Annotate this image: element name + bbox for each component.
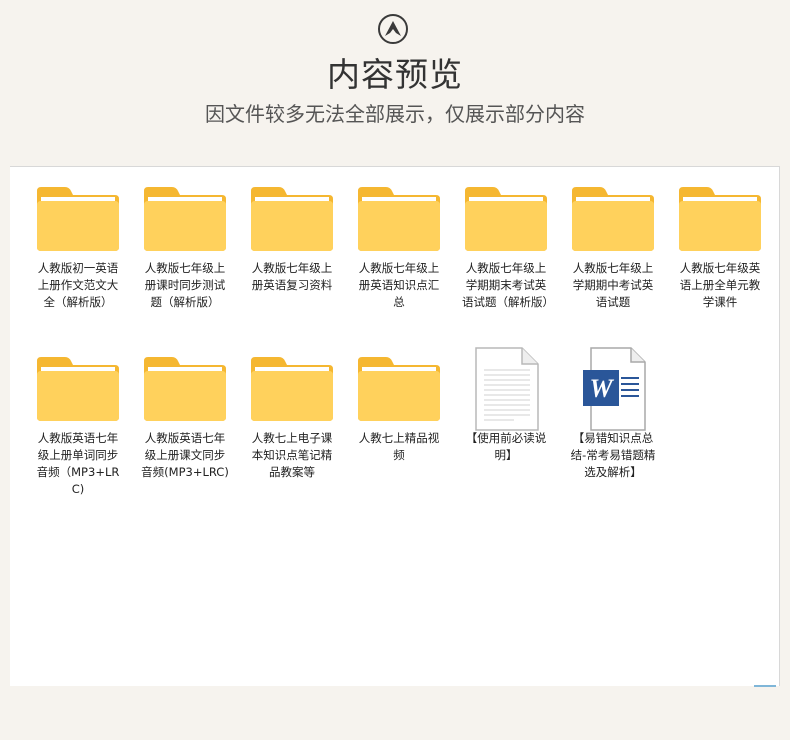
folder-icon: [251, 357, 333, 421]
folder-icon: [37, 357, 119, 421]
folder-item[interactable]: 人教版七年级上学期期末考试英语试题（解析版）: [458, 176, 554, 311]
folder-icon: [679, 187, 761, 251]
folder-item[interactable]: 人教版初一英语上册作文范文大全（解析版）: [30, 176, 126, 311]
item-label: 人教七上电子课本知识点笔记精品教案等: [251, 431, 333, 479]
item-label: 人教版七年级上册课时同步测试题（解析版）: [144, 261, 226, 309]
folder-item[interactable]: 人教版七年级上学期期中考试英语试题: [565, 176, 661, 311]
folder-item[interactable]: 人教七上精品视频: [351, 346, 447, 464]
folder-icon: [251, 187, 333, 251]
item-label: 人教版七年级上学期期中考试英语试题: [572, 261, 654, 309]
item-label: 人教版初一英语上册作文范文大全（解析版）: [37, 261, 119, 309]
folder-item[interactable]: 人教版七年级上册课时同步测试题（解析版）: [137, 176, 233, 311]
preview-header: 内容预览 因文件较多无法全部展示，仅展示部分内容: [0, 0, 790, 160]
folder-item[interactable]: 人教版七年级上册英语知识点汇总: [351, 176, 447, 311]
text-document-icon: [475, 347, 539, 431]
folder-item[interactable]: 人教版英语七年级上册课文同步音频(MP3+LRC): [137, 346, 233, 481]
folder-item[interactable]: 人教版英语七年级上册单词同步音频（MP3+LRC): [30, 346, 126, 498]
folder-item[interactable]: 人教版七年级上册英语复习资料: [244, 176, 340, 294]
item-label: 人教版七年级英语上册全单元教学课件: [679, 261, 761, 309]
word-document-item[interactable]: W 【易错知识点总结-常考易错题精选及解析】: [565, 346, 661, 481]
folder-icon: [358, 187, 440, 251]
text-document-item[interactable]: 【使用前必读说明】: [458, 346, 554, 464]
item-label: 人教版七年级上学期期末考试英语试题（解析版）: [462, 261, 554, 309]
item-label: 【易错知识点总结-常考易错题精选及解析】: [570, 431, 656, 479]
item-label: 人教版英语七年级上册课文同步音频(MP3+LRC): [141, 431, 229, 479]
brand-logo-icon: [378, 14, 408, 44]
word-document-icon: W: [583, 347, 646, 431]
item-label: 人教版七年级上册英语知识点汇总: [358, 261, 440, 309]
item-label: 【使用前必读说明】: [465, 431, 547, 462]
page-subtitle: 因文件较多无法全部展示，仅展示部分内容: [205, 102, 585, 126]
item-label: 人教七上精品视频: [358, 431, 440, 462]
folder-icon: [37, 187, 119, 251]
svg-text:W: W: [589, 374, 614, 403]
folder-icon: [358, 357, 440, 421]
panel-accent-line: [754, 685, 776, 687]
folder-icon: [144, 357, 226, 421]
folder-item[interactable]: 人教七上电子课本知识点笔记精品教案等: [244, 346, 340, 481]
folder-icon: [144, 187, 226, 251]
page-title: 内容预览: [327, 55, 463, 94]
item-label: 人教版英语七年级上册单词同步音频（MP3+LRC): [36, 431, 120, 496]
folder-icon: [465, 187, 547, 251]
folder-item[interactable]: 人教版七年级英语上册全单元教学课件: [672, 176, 768, 311]
folder-icon: [572, 187, 654, 251]
item-label: 人教版七年级上册英语复习资料: [251, 261, 333, 292]
